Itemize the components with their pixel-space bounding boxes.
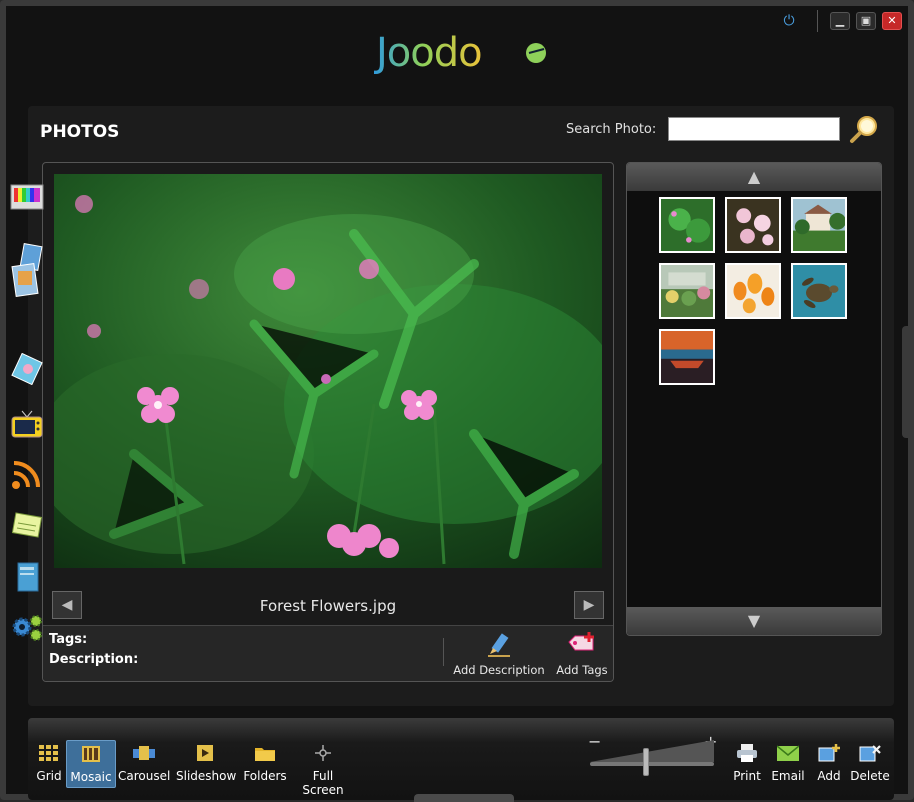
- view-mosaic-button[interactable]: Mosaic: [66, 740, 116, 788]
- search-icon[interactable]: [848, 114, 880, 144]
- view-mosaic-label: Mosaic: [70, 770, 112, 784]
- folder-icon: [255, 748, 275, 761]
- view-folders-label: Folders: [243, 769, 287, 783]
- thumbnail-green-plant[interactable]: [659, 197, 715, 253]
- delete-label: Delete: [850, 769, 890, 783]
- book-icon[interactable]: [10, 561, 44, 593]
- view-slideshow-button[interactable]: Slideshow: [176, 740, 237, 788]
- add-button[interactable]: Add: [812, 740, 846, 788]
- printer-icon: [737, 744, 757, 762]
- view-carousel-button[interactable]: Carousel: [118, 740, 170, 788]
- main-photo[interactable]: [54, 174, 602, 568]
- search-label: Search Photo:: [566, 122, 657, 137]
- carousel-icon: [133, 746, 155, 760]
- add-label: Add: [817, 769, 841, 783]
- view-grid-label: Grid: [36, 769, 62, 783]
- app-window: ⏻ ▁ ▣ ✕ Joodo PHOTOS Search Photo: ◀ For…: [0, 0, 914, 802]
- tv-icon[interactable]: [10, 409, 44, 441]
- zoom-slider-thumb[interactable]: [643, 748, 650, 776]
- zoom-slider[interactable]: − +: [584, 732, 720, 782]
- minimize-button[interactable]: ▁: [830, 12, 850, 30]
- delete-photo-icon: [859, 745, 881, 762]
- search-input[interactable]: [668, 117, 840, 141]
- add-tags-button[interactable]: Add Tags: [551, 632, 613, 677]
- photos-panel: PHOTOS Search Photo: ◀ Forest Flowers.jp…: [28, 106, 894, 706]
- thumbnail-garden-plants[interactable]: [659, 263, 715, 319]
- bottom-panel-handle[interactable]: [414, 794, 514, 802]
- scroll-up-button[interactable]: ▲: [627, 163, 881, 191]
- view-grid-button[interactable]: Grid: [32, 740, 66, 788]
- thumbnail-orange-tulips[interactable]: [725, 263, 781, 319]
- photo-filename: Forest Flowers.jpg: [259, 597, 397, 615]
- window-controls: ⏻ ▁ ▣ ✕: [779, 10, 902, 32]
- meta-divider: [443, 638, 444, 666]
- add-tags-label: Add Tags: [556, 663, 608, 677]
- bottom-toolbar: Grid Mosaic Carousel Slideshow Folders F…: [28, 718, 894, 800]
- maximize-button[interactable]: ▣: [856, 12, 876, 30]
- page-title: PHOTOS: [40, 122, 120, 142]
- photos-stack-icon[interactable]: [10, 241, 44, 301]
- side-panel-handle[interactable]: [902, 326, 910, 438]
- power-icon[interactable]: ⏻: [779, 13, 799, 29]
- view-fullscreen-label: Full Screen: [302, 769, 344, 797]
- zoom-track: [590, 762, 714, 766]
- email-icon: [776, 745, 800, 761]
- email-button[interactable]: Email: [768, 740, 808, 788]
- view-carousel-label: Carousel: [118, 769, 171, 783]
- delete-button[interactable]: Delete: [850, 740, 890, 788]
- view-folders-button[interactable]: Folders: [242, 740, 288, 788]
- zoom-ramp: [590, 740, 714, 762]
- thumbnail-pink-blossoms[interactable]: [725, 197, 781, 253]
- thumbnail-sea-turtle[interactable]: [791, 263, 847, 319]
- rss-feed-icon[interactable]: [10, 459, 44, 491]
- settings-gears-icon[interactable]: [10, 611, 44, 643]
- logo-text: Joodo: [374, 30, 482, 76]
- add-description-button[interactable]: Add Description: [451, 632, 547, 677]
- thumbnail-strip: ▲ ▼: [626, 162, 882, 636]
- window-controls-separator: [817, 10, 818, 32]
- fullscreen-icon: [315, 745, 331, 761]
- tags-label: Tags:: [49, 632, 88, 647]
- app-logo: Joodo: [374, 30, 546, 76]
- email-label: Email: [771, 769, 805, 783]
- thumbnail-garden-house[interactable]: [791, 197, 847, 253]
- thumbnail-sunset-boat[interactable]: [659, 329, 715, 385]
- add-photo-icon: [818, 744, 840, 762]
- close-button[interactable]: ✕: [882, 12, 902, 30]
- photo-viewer: ◀ Forest Flowers.jpg ▶ Tags: Description…: [42, 162, 614, 682]
- music-cd-icon[interactable]: [10, 353, 44, 385]
- grid-icon: [39, 745, 58, 761]
- mosaic-icon: [82, 746, 100, 762]
- photo-metadata-bar: Tags: Description: Add Description Add T…: [43, 625, 613, 681]
- print-label: Print: [733, 769, 761, 783]
- tag-add-icon: [568, 632, 594, 651]
- slideshow-icon: [197, 745, 213, 761]
- view-fullscreen-button[interactable]: Full Screen: [292, 740, 354, 797]
- previous-photo-button[interactable]: ◀: [52, 591, 82, 619]
- next-photo-button[interactable]: ▶: [574, 591, 604, 619]
- add-description-label: Add Description: [453, 663, 545, 677]
- notepad-icon[interactable]: [10, 509, 44, 541]
- description-label: Description:: [49, 652, 139, 667]
- pen-icon: [488, 633, 510, 657]
- tv-test-pattern-icon[interactable]: [10, 181, 44, 213]
- scroll-down-button[interactable]: ▼: [627, 607, 881, 635]
- print-button[interactable]: Print: [728, 740, 766, 788]
- view-slideshow-label: Slideshow: [176, 769, 237, 783]
